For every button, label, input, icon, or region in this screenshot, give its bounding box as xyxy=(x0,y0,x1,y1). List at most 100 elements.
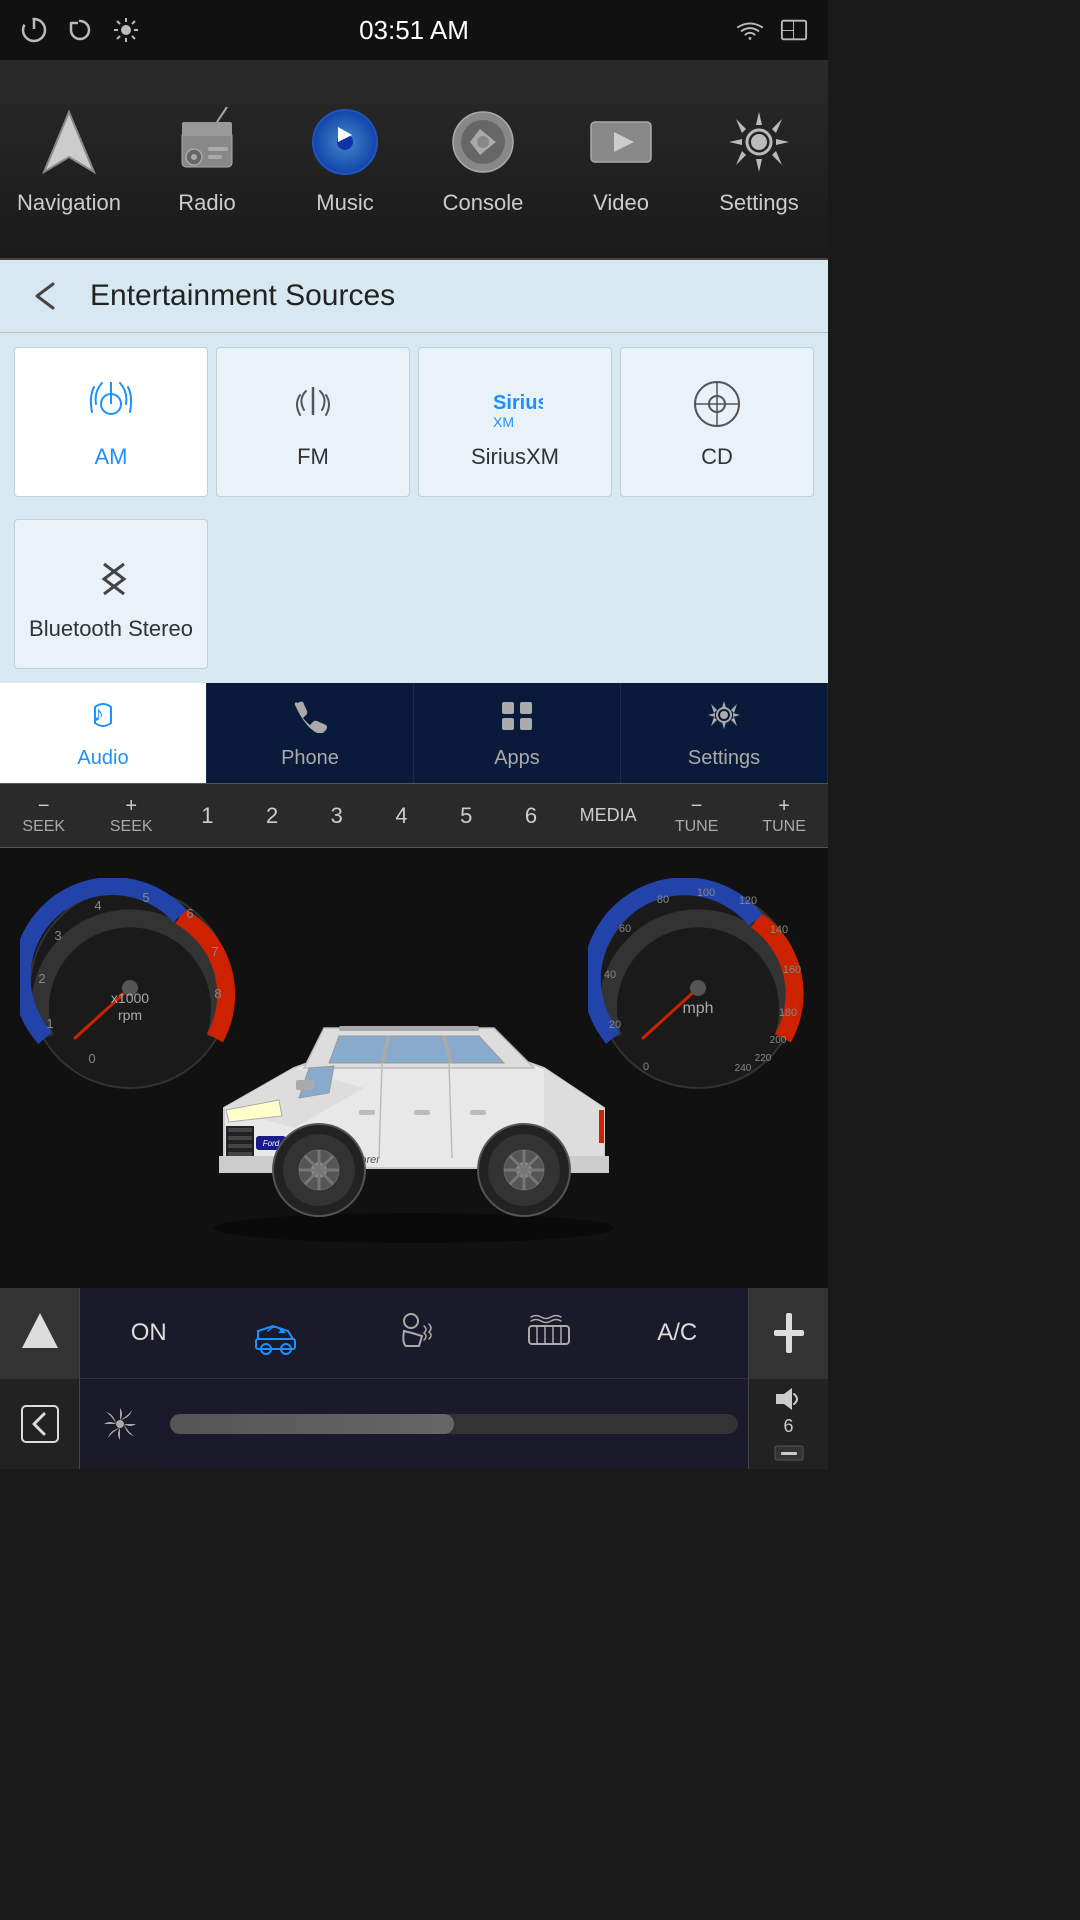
climate-controls: ON xyxy=(80,1288,748,1378)
nav-item-music[interactable]: Music xyxy=(276,102,414,216)
ent-grid: AM FM Sirius XM S xyxy=(0,333,828,511)
refresh-icon[interactable] xyxy=(66,16,94,44)
source-cd[interactable]: CD xyxy=(620,347,814,497)
preset-5-button[interactable]: 5 xyxy=(450,799,482,833)
status-left-icons xyxy=(20,16,140,44)
siriusxm-label: SiriusXM xyxy=(471,444,559,470)
ent-row2: Bluetooth Stereo xyxy=(0,511,828,683)
settings-tab-icon xyxy=(704,697,744,741)
settings-tab-label: Settings xyxy=(688,747,760,770)
entertainment-panel: Entertainment Sources AM xyxy=(0,260,828,683)
music-icon xyxy=(305,102,385,182)
climate-defrost-button[interactable] xyxy=(521,1311,576,1355)
fm-label: FM xyxy=(297,444,329,470)
audio-tab-label: Audio xyxy=(77,747,128,770)
volume-up-button[interactable] xyxy=(748,1288,828,1378)
nav-item-console[interactable]: Console xyxy=(414,102,552,216)
fan-speed-slider[interactable] xyxy=(160,1379,748,1469)
svg-text:60: 60 xyxy=(619,923,631,935)
svg-text:180: 180 xyxy=(779,1007,797,1019)
svg-text:100: 100 xyxy=(697,887,715,899)
svg-text:0: 0 xyxy=(88,1051,95,1066)
climate-fan-up-button[interactable] xyxy=(0,1288,80,1378)
svg-text:40: 40 xyxy=(604,969,616,981)
ent-header: Entertainment Sources xyxy=(0,260,828,333)
svg-text:80: 80 xyxy=(657,894,669,906)
radio-icon xyxy=(167,102,247,182)
preset-4-button[interactable]: 4 xyxy=(385,799,417,833)
top-nav: Navigation Radio xyxy=(0,60,828,260)
volume-display: 6 xyxy=(748,1379,828,1469)
svg-text:240: 240 xyxy=(735,1063,752,1074)
status-bar: 03:51 AM xyxy=(0,0,828,60)
tab-settings[interactable]: Settings xyxy=(621,683,828,783)
fan-icon-left xyxy=(80,1379,160,1469)
nav-item-video[interactable]: Video xyxy=(552,102,690,216)
apps-tab-icon xyxy=(497,697,537,741)
dashboard: 0 1 2 3 4 5 6 7 8 x1000 rpm xyxy=(0,848,828,1288)
ent-title: Entertainment Sources xyxy=(90,279,395,313)
cd-label: CD xyxy=(701,444,733,470)
climate-ac-button[interactable]: A/C xyxy=(657,1319,697,1347)
svg-text:mph: mph xyxy=(682,1000,713,1017)
source-siriusxm[interactable]: Sirius XM SiriusXM xyxy=(418,347,612,497)
climate-bar: ON xyxy=(0,1288,828,1378)
power-icon[interactable] xyxy=(20,16,48,44)
climate-on-button[interactable]: ON xyxy=(131,1319,167,1347)
svg-text:0: 0 xyxy=(643,1061,649,1073)
seek-plus-button[interactable]: + SEEK xyxy=(104,795,159,836)
svg-text:120: 120 xyxy=(739,895,757,907)
svg-text:200: 200 xyxy=(770,1035,787,1046)
svg-text:x1000: x1000 xyxy=(111,990,149,1006)
source-bluetooth[interactable]: Bluetooth Stereo xyxy=(14,519,208,669)
tab-phone[interactable]: Phone xyxy=(207,683,414,783)
climate-seat-heat-button[interactable] xyxy=(384,1311,439,1355)
svg-text:XM: XM xyxy=(493,414,514,430)
window-icon xyxy=(780,16,808,44)
nav-item-settings[interactable]: Settings xyxy=(690,102,828,216)
tune-minus-button[interactable]: − TUNE xyxy=(669,795,724,836)
phone-tab-icon xyxy=(290,697,330,741)
svg-text:4: 4 xyxy=(94,898,101,913)
preset-6-button[interactable]: 6 xyxy=(515,799,547,833)
source-am[interactable]: AM xyxy=(14,347,208,497)
am-icon xyxy=(81,374,141,434)
preset-3-button[interactable]: 3 xyxy=(321,799,353,833)
tune-plus-button[interactable]: + TUNE xyxy=(757,795,812,836)
svg-text:1: 1 xyxy=(46,1016,53,1031)
media-button[interactable]: MEDIA xyxy=(580,805,637,826)
cd-icon xyxy=(687,374,747,434)
svg-text:♪: ♪ xyxy=(93,701,104,726)
audio-tab-icon: ♪ xyxy=(83,697,123,741)
nav-item-radio[interactable]: Radio xyxy=(138,102,276,216)
svg-text:140: 140 xyxy=(770,924,788,936)
nav-item-navigation[interactable]: Navigation xyxy=(0,102,138,216)
seek-minus-button[interactable]: − SEEK xyxy=(16,795,71,836)
climate-recirculate-button[interactable] xyxy=(248,1311,303,1355)
svg-text:5: 5 xyxy=(142,890,149,905)
bluetooth-label: Bluetooth Stereo xyxy=(29,616,193,642)
volume-down-button[interactable] xyxy=(774,1445,804,1461)
back-button[interactable] xyxy=(0,1379,80,1469)
ent-back-button[interactable] xyxy=(20,276,70,316)
settings-icon xyxy=(719,102,799,182)
console-icon xyxy=(443,102,523,182)
preset-1-button[interactable]: 1 xyxy=(191,799,223,833)
source-fm[interactable]: FM xyxy=(216,347,410,497)
navigation-icon xyxy=(29,102,109,182)
svg-text:Ford: Ford xyxy=(263,1139,280,1148)
siriusxm-icon: Sirius XM xyxy=(485,374,545,434)
tab-audio[interactable]: ♪ Audio xyxy=(0,683,207,783)
fm-icon xyxy=(283,374,343,434)
brightness-icon[interactable] xyxy=(112,16,140,44)
tab-apps[interactable]: Apps xyxy=(414,683,621,783)
video-icon xyxy=(581,102,661,182)
svg-text:3: 3 xyxy=(54,928,61,943)
svg-text:2: 2 xyxy=(38,971,45,986)
phone-tab-label: Phone xyxy=(281,747,339,770)
wifi-icon xyxy=(736,16,764,44)
preset-2-button[interactable]: 2 xyxy=(256,799,288,833)
svg-text:20: 20 xyxy=(609,1019,621,1031)
bluetooth-icon xyxy=(81,546,141,606)
am-label: AM xyxy=(95,444,128,470)
